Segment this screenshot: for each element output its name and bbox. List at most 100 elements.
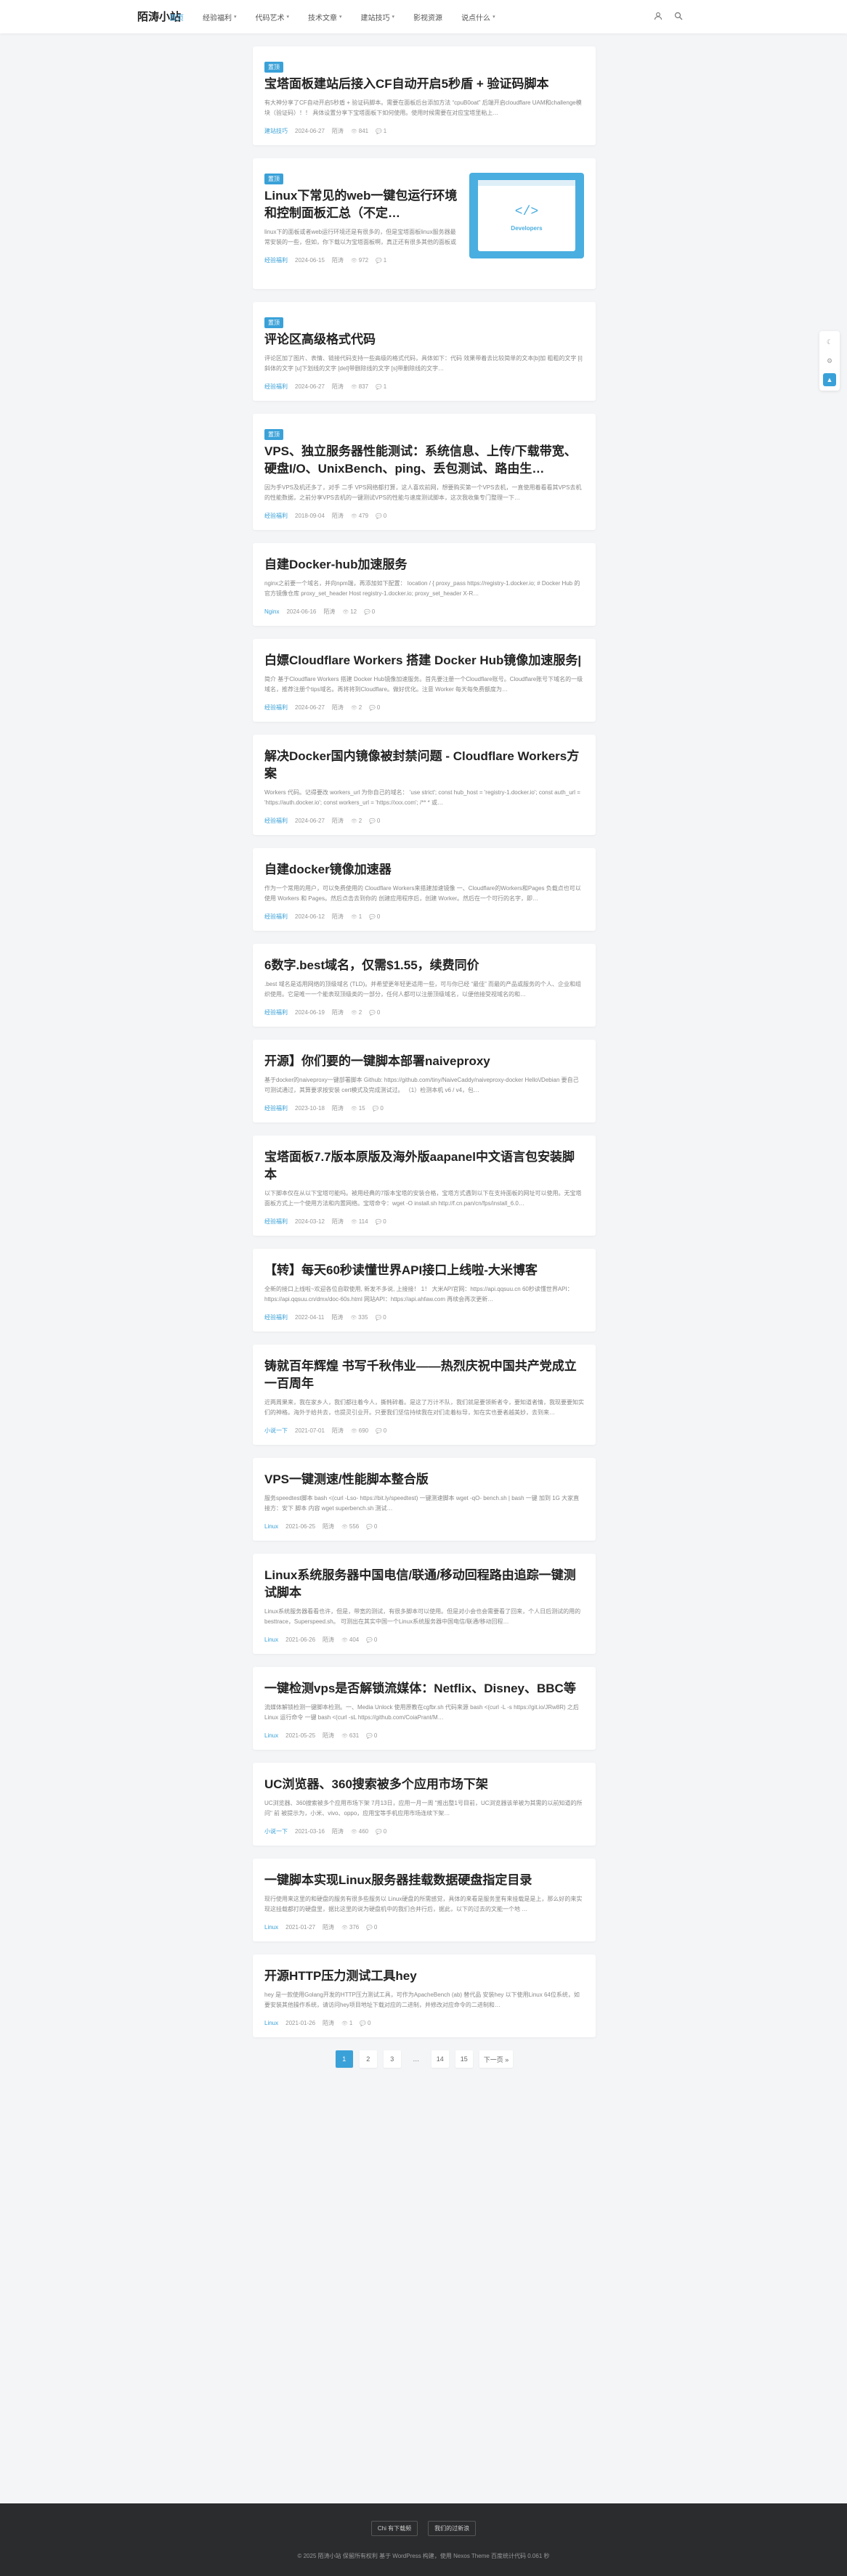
post-title[interactable]: 一键脚本实现Linux服务器挂载数据硬盘指定目录 bbox=[264, 1872, 584, 1889]
post-category[interactable]: Linux bbox=[264, 2020, 278, 2026]
post-category-value: 小说一下 bbox=[264, 1828, 288, 1835]
post-author-value: 陌涛 bbox=[331, 818, 344, 824]
post-card: 一键检测vps是否解锁流媒体：Netflix、Disney、BBC等 流媒体解锁检… bbox=[253, 1667, 596, 1750]
post-views-value: 841 bbox=[358, 128, 369, 134]
back-to-top-icon[interactable]: ▲ bbox=[823, 373, 836, 386]
post-author: 陌涛 bbox=[323, 1923, 334, 1931]
post-views: 👁 114 bbox=[351, 1218, 368, 1225]
post-category[interactable]: 小说一下 bbox=[264, 1427, 288, 1435]
post-category[interactable]: 经验福利 bbox=[264, 817, 288, 825]
post-category[interactable]: Linux bbox=[264, 1924, 278, 1931]
post-category[interactable]: Linux bbox=[264, 1523, 278, 1530]
svg-text:</>: </> bbox=[515, 205, 538, 219]
eye-icon: 👁 bbox=[341, 2021, 349, 2026]
next-page-button[interactable]: 下一页 » bbox=[479, 2050, 514, 2068]
post-title[interactable]: 宝塔面板建站后接入CF自动开启5秒盾 + 验证码脚本 bbox=[264, 76, 584, 93]
post-excerpt: linux下的面板或者web运行环境还是有很多的，但是宝塔面板linux服务器最… bbox=[264, 229, 456, 245]
comment-icon: 💬 bbox=[369, 819, 377, 824]
post-date: 2024-03-12 bbox=[295, 1218, 325, 1225]
page-link[interactable]: 14 bbox=[431, 2050, 449, 2068]
post-comments: 💬 1 bbox=[376, 383, 386, 390]
post-title[interactable]: UC浏览器、360搜索被多个应用市场下架 bbox=[264, 1776, 584, 1793]
post-date-value: 2024-06-19 bbox=[295, 1009, 325, 1016]
post-title[interactable]: 解决Docker国内镜像被封禁问题 - Cloudflare Workers方案 bbox=[264, 748, 584, 783]
post-meta: Linux 2021-05-25 陌涛 👁 631 💬 0 bbox=[264, 1732, 584, 1740]
nav-item[interactable]: 技术文章 ▾ bbox=[308, 0, 342, 33]
post-comments: 💬 0 bbox=[366, 1637, 377, 1643]
user-icon[interactable] bbox=[652, 9, 665, 23]
post-category[interactable]: Nginx bbox=[264, 608, 279, 615]
post-excerpt: Workers 代码。记得要改 workers_url 为你自己的域名： 'us… bbox=[264, 789, 580, 806]
post-views: 👁 1 bbox=[341, 2020, 352, 2026]
nav-item[interactable]: 经验福利 ▾ bbox=[203, 0, 237, 33]
page-link[interactable]: 1 bbox=[335, 2050, 353, 2068]
post-category[interactable]: Linux bbox=[264, 1637, 278, 1643]
page-link[interactable]: 2 bbox=[359, 2050, 377, 2068]
theme-toggle-icon[interactable]: ☾ bbox=[823, 335, 836, 349]
post-views-value: 114 bbox=[358, 1218, 368, 1225]
eye-icon: 👁 bbox=[341, 1925, 349, 1931]
footer-link[interactable]: 我们的过新浪 bbox=[428, 2521, 477, 2536]
sticky-badge: 置顶 bbox=[264, 174, 283, 184]
post-category[interactable]: 小说一下 bbox=[264, 1827, 288, 1835]
nav-item[interactable]: 首页 bbox=[169, 0, 184, 33]
post-views-value: 376 bbox=[349, 1924, 360, 1931]
page-link[interactable]: 15 bbox=[455, 2050, 473, 2068]
post-category[interactable]: 经验福利 bbox=[264, 704, 288, 712]
post-title[interactable]: 6数字.best域名，仅需$1.55，续费同价 bbox=[264, 957, 584, 974]
post-title[interactable]: 一键检测vps是否解锁流媒体：Netflix、Disney、BBC等 bbox=[264, 1680, 584, 1697]
post-category[interactable]: 建站技巧 bbox=[264, 127, 288, 135]
post-title[interactable]: 铸就百年辉煌 书写千秋伟业——热烈庆祝中国共产党成立一百周年 bbox=[264, 1358, 584, 1393]
post-author-value: 陌涛 bbox=[331, 128, 344, 134]
post-category[interactable]: 经验福利 bbox=[264, 1218, 288, 1226]
settings-icon[interactable]: ⚙ bbox=[823, 354, 836, 367]
post-text: 置顶 宝塔面板建站后接入CF自动开启5秒盾 + 验证码脚本 有大神分享了CF自动开启… bbox=[264, 60, 584, 135]
post-thumbnail[interactable]: </> Developers bbox=[469, 173, 584, 258]
footer-link[interactable]: Chi 有下载频 bbox=[370, 2521, 418, 2536]
post-meta: 经验福利 2024-06-27 陌涛 👁 837 💬 1 bbox=[264, 383, 584, 391]
post-category[interactable]: 经验福利 bbox=[264, 1104, 288, 1112]
nav-item[interactable]: 说点什么 ▾ bbox=[461, 0, 495, 33]
post-category[interactable]: 经验福利 bbox=[264, 913, 288, 921]
post-title[interactable]: 【转】每天60秒读懂世界API接口上线啦-大米博客 bbox=[264, 1262, 584, 1279]
nav-item[interactable]: 影视资源 bbox=[413, 0, 442, 33]
post-date: 2024-06-27 bbox=[295, 383, 325, 390]
nav-item-label: 代码艺术 bbox=[255, 14, 285, 23]
post-category-value: 经验福利 bbox=[264, 1009, 288, 1016]
nav-item[interactable]: 建站技巧 ▾ bbox=[361, 0, 395, 33]
post-category-value: 经验福利 bbox=[264, 818, 288, 824]
post-category[interactable]: 经验福利 bbox=[264, 512, 288, 520]
post-category[interactable]: 经验福利 bbox=[264, 1313, 288, 1321]
post-views-value: 972 bbox=[358, 257, 369, 264]
post-title[interactable]: 开源】你们要的一键脚本部署naiveproxy bbox=[264, 1053, 584, 1070]
nav-item[interactable]: 代码艺术 ▾ bbox=[256, 0, 290, 33]
post-date: 2021-06-26 bbox=[285, 1637, 315, 1643]
post-category[interactable]: 经验福利 bbox=[264, 383, 288, 391]
post-title[interactable]: 自建docker镜像加速器 bbox=[264, 861, 584, 879]
post-date-value: 2024-06-15 bbox=[295, 257, 325, 264]
post-meta: 经验福利 2022-04-11 陌涛 👁 335 💬 0 bbox=[264, 1313, 584, 1321]
post-title[interactable]: VPS一键测速/性能脚本整合版 bbox=[264, 1471, 584, 1488]
post-title[interactable]: 开源HTTP压力测试工具hey bbox=[264, 1968, 584, 1985]
eye-icon: 👁 bbox=[350, 385, 359, 390]
post-title[interactable]: Linux系统服务器中国电信/联通/移动回程路由追踪一键测试脚本 bbox=[264, 1567, 584, 1602]
post-text: 置顶 VPS、独立服务器性能测试：系统信息、上传/下载带宽、硬盘I/O、UnixB… bbox=[264, 427, 584, 520]
post-title[interactable]: 白嫖Cloudflare Workers 搭建 Docker Hub镜像加速服务… bbox=[264, 652, 584, 669]
search-icon[interactable] bbox=[672, 9, 685, 23]
pagination-ellipsis: … bbox=[413, 2055, 420, 2063]
post-meta: 经验福利 2018-09-04 陌涛 👁 479 💬 0 bbox=[264, 512, 584, 520]
post-date: 2023-10-18 bbox=[295, 1105, 325, 1112]
post-title[interactable]: 宝塔面板7.7版本原版及海外版aapanel中文语言包安装脚本 bbox=[264, 1149, 584, 1183]
post-title[interactable]: VPS、独立服务器性能测试：系统信息、上传/下载带宽、硬盘I/O、UnixBen… bbox=[264, 443, 584, 478]
post-category[interactable]: 经验福利 bbox=[264, 256, 288, 264]
post-excerpt: 基于docker的naiveproxy一键部署脚本 Github: https:… bbox=[264, 1077, 579, 1093]
post-meta: Linux 2021-01-26 陌涛 👁 1 💬 0 bbox=[264, 2019, 584, 2027]
post-category[interactable]: 经验福利 bbox=[264, 1008, 288, 1016]
post-date-value: 2022-04-11 bbox=[295, 1314, 325, 1321]
post-category[interactable]: Linux bbox=[264, 1732, 278, 1739]
post-text: UC浏览器、360搜索被多个应用市场下架 UC浏览器、360搜索被多个应用市场下架… bbox=[264, 1776, 584, 1835]
post-title[interactable]: 评论区高级格式代码 bbox=[264, 331, 584, 349]
post-title[interactable]: 自建Docker-hub加速服务 bbox=[264, 556, 584, 574]
page-link[interactable]: 3 bbox=[383, 2050, 401, 2068]
post-title[interactable]: Linux下常见的web一键包运行环境和控制面板汇总（不定… bbox=[264, 187, 461, 222]
